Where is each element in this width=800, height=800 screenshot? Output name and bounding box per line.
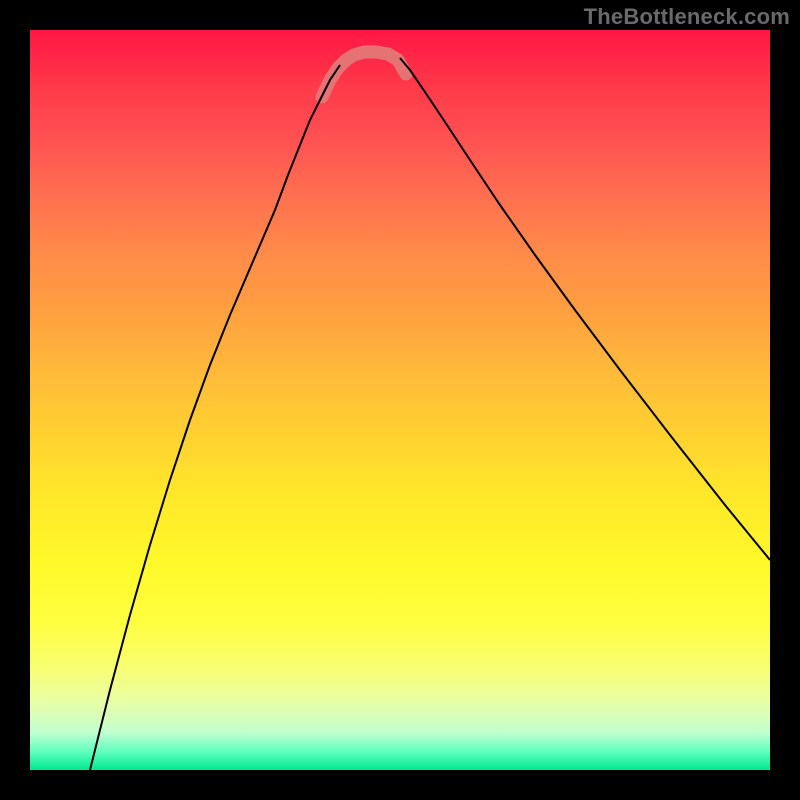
plot-area: [30, 30, 770, 770]
right-curve: [400, 58, 770, 560]
chart-frame: TheBottleneck.com: [0, 0, 800, 800]
chart-svg: [30, 30, 770, 770]
left-curve: [90, 65, 340, 770]
watermark-text: TheBottleneck.com: [584, 4, 790, 30]
